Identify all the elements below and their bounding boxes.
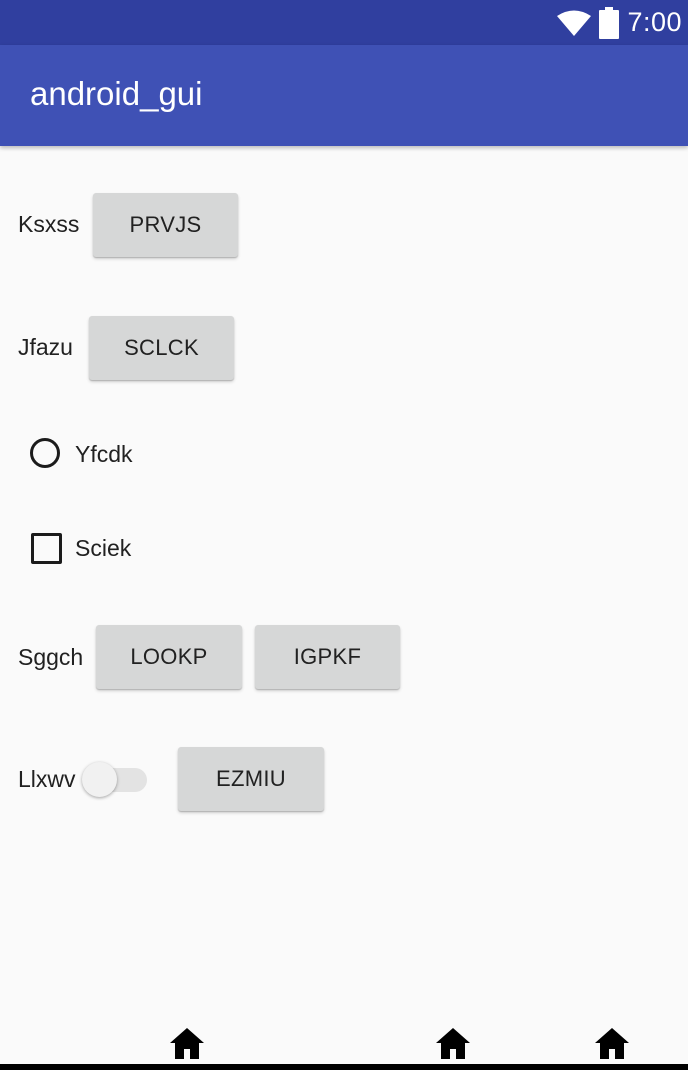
row1-label: Ksxss [18, 211, 80, 237]
home-icon[interactable] [435, 1026, 471, 1060]
prvjs-button[interactable]: PRVJS [93, 193, 238, 257]
status-bar: 7:00 [0, 0, 688, 45]
home-icon[interactable] [169, 1026, 205, 1060]
row6-label: Llxwv [18, 766, 76, 792]
sciek-checkbox-label[interactable]: Sciek [75, 537, 131, 560]
battery-icon [599, 6, 620, 39]
wifi-icon [557, 10, 592, 36]
status-time: 7:00 [627, 7, 682, 37]
nav-bar-divider [0, 1064, 688, 1070]
sclck-button[interactable]: SCLCK [89, 316, 234, 380]
yfcdk-radio[interactable] [30, 438, 60, 468]
app-title: android_gui [30, 75, 203, 112]
yfcdk-radio-label[interactable]: Yfcdk [75, 443, 133, 466]
row2-label: Jfazu [18, 334, 73, 360]
ezmiu-button[interactable]: EZMIU [178, 747, 324, 811]
home-icon[interactable] [594, 1026, 630, 1060]
llxwv-switch-thumb[interactable] [82, 762, 117, 797]
sciek-checkbox[interactable] [31, 533, 62, 564]
status-icons: 7:00 [557, 0, 682, 45]
row5-label: Sggch [18, 644, 84, 670]
igpkf-button[interactable]: IGPKF [255, 625, 400, 689]
app-bar: android_gui [0, 45, 688, 146]
lookp-button[interactable]: LOOKP [96, 625, 242, 689]
